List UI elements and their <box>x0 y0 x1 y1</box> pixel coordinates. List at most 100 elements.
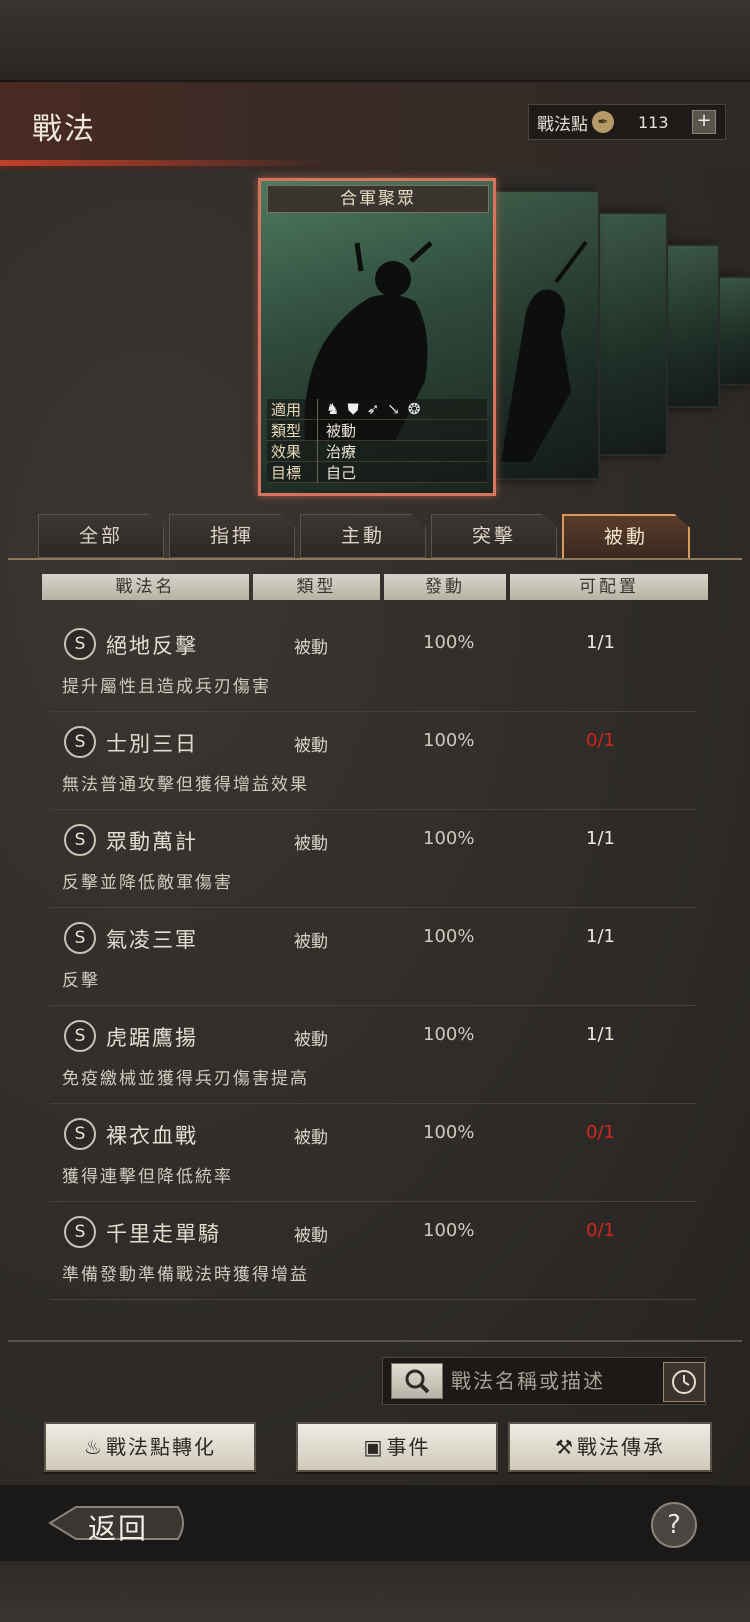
tactic-slots: 1/1 <box>586 926 615 947</box>
tabs-divider <box>8 558 742 560</box>
footer-bar: 返回 ? <box>0 1485 750 1561</box>
tactic-slots: 0/1 <box>586 1122 615 1143</box>
tactic-points-value: 113 <box>638 112 669 132</box>
list-item[interactable]: S 絕地反擊 被動 100% 1/1 提升屬性且造成兵刃傷害 <box>50 614 696 712</box>
list-item[interactable]: S 虎踞鷹揚 被動 100% 1/1 免疫繳械並獲得兵刃傷害提高 <box>50 1006 696 1104</box>
card-target-row: 目標 自己 <box>267 461 487 483</box>
grade-badge: S <box>64 1216 96 1248</box>
card-effect-key: 效果 <box>267 440 318 462</box>
hammer-icon: ⚒ <box>555 1435 575 1459</box>
tactic-type: 被動 <box>294 1128 328 1148</box>
column-header-type[interactable]: 類型 <box>253 574 380 600</box>
add-points-button[interactable]: + <box>692 110 716 134</box>
tactic-description: 反擊 <box>62 971 100 991</box>
tactic-rate: 100% <box>423 730 475 751</box>
grade-badge: S <box>64 628 96 660</box>
card-title: 合軍聚眾 <box>267 185 489 213</box>
header-bar: 戰法 戰法點 ✒ 113 + <box>0 82 750 170</box>
tactic-name: 絕地反擊 <box>106 634 198 658</box>
list-item[interactable]: S 士別三日 被動 100% 0/1 無法普通攻擊但獲得增益效果 <box>50 712 696 810</box>
bottom-decor-band <box>0 1561 750 1622</box>
tactic-description: 反擊並降低敵軍傷害 <box>62 873 233 893</box>
tab-active[interactable]: 主動 <box>300 514 426 558</box>
list-item[interactable]: S 裸衣血戰 被動 100% 0/1 獲得連擊但降低統率 <box>50 1104 696 1202</box>
top-decor-band <box>0 0 750 82</box>
warrior-silhouette-icon <box>501 240 588 462</box>
inherit-button[interactable]: ⚒ 戰法傳承 <box>508 1422 712 1472</box>
column-header-rate[interactable]: 發動 <box>384 574 506 600</box>
tactic-description: 免疫繳械並獲得兵刃傷害提高 <box>62 1069 309 1089</box>
grade-badge: S <box>64 726 96 758</box>
card-type-key: 類型 <box>267 419 318 441</box>
card-effect-row: 效果 治療 <box>267 440 487 462</box>
tab-all[interactable]: 全部 <box>38 514 164 558</box>
search-input[interactable] <box>449 1364 649 1398</box>
card-type-value: 被動 <box>326 421 357 440</box>
tactic-list[interactable]: S 絕地反擊 被動 100% 1/1 提升屬性且造成兵刃傷害 S 士別三日 被動… <box>50 614 696 1314</box>
tactic-rate: 100% <box>423 1220 475 1241</box>
tactic-name: 眾動萬計 <box>106 830 198 854</box>
tactic-rate: 100% <box>423 1122 475 1143</box>
tactic-name: 千里走單騎 <box>106 1222 221 1246</box>
tactic-type: 被動 <box>294 932 328 952</box>
card-applicable-row: 適用 ♞ ⛊ ➶ ↘ ❂ <box>267 398 487 420</box>
tactic-points-label: 戰法點 <box>537 114 588 135</box>
event-button[interactable]: ▣ 事件 <box>296 1422 498 1472</box>
quill-icon: ✒ <box>592 111 614 133</box>
list-divider <box>8 1340 742 1342</box>
tactic-points-box: 戰法點 ✒ 113 + <box>528 104 726 140</box>
tactic-name: 氣凌三軍 <box>106 928 198 952</box>
inherit-label: 戰法傳承 <box>576 1435 665 1459</box>
list-item[interactable]: S 千里走單騎 被動 100% 0/1 準備發動準備戰法時獲得增益 <box>50 1202 696 1300</box>
tactic-rate: 100% <box>423 926 475 947</box>
tactic-rate: 100% <box>423 1024 475 1045</box>
tactic-slots: 0/1 <box>586 730 615 751</box>
tactic-rate: 100% <box>423 632 475 653</box>
history-button[interactable] <box>663 1362 705 1402</box>
spear-icon: ↘ <box>387 400 400 418</box>
list-item[interactable]: S 眾動萬計 被動 100% 1/1 反擊並降低敵軍傷害 <box>50 810 696 908</box>
card-type-row: 類型 被動 <box>267 419 487 441</box>
grade-badge: S <box>64 824 96 856</box>
tactic-name: 士別三日 <box>106 732 198 756</box>
search-button[interactable] <box>391 1363 443 1399</box>
convert-points-button[interactable]: ♨ 戰法點轉化 <box>44 1422 256 1472</box>
back-button[interactable]: 返回 <box>48 1501 188 1545</box>
filter-tabs: 全部 指揮 主動 突擊 被動 <box>38 514 698 560</box>
help-button[interactable]: ? <box>651 1502 697 1548</box>
tab-passive[interactable]: 被動 <box>562 514 690 560</box>
grade-badge: S <box>64 1118 96 1150</box>
column-header-slots[interactable]: 可配置 <box>510 574 708 600</box>
card-effect-value: 治療 <box>326 442 357 461</box>
convert-points-label: 戰法點轉化 <box>105 1435 216 1459</box>
tactic-description: 獲得連擊但降低統率 <box>62 1167 233 1187</box>
selected-tactic-card[interactable]: 合軍聚眾 適用 ♞ ⛊ ➶ ↘ ❂ 類型 被動 效果 治療 目標 自己 <box>258 178 496 496</box>
page-title: 戰法 <box>32 112 96 147</box>
tactic-rate: 100% <box>423 828 475 849</box>
card-stack-back-1[interactable] <box>494 190 600 480</box>
unit-type-icons: ♞ ⛊ ➶ ↘ ❂ <box>318 400 420 418</box>
clock-icon <box>672 1370 696 1394</box>
list-item[interactable]: S 氣凌三軍 被動 100% 1/1 反擊 <box>50 908 696 1006</box>
alert-book-icon: ▣ <box>363 1435 385 1459</box>
flame-icon: ♨ <box>84 1435 104 1459</box>
tactic-name: 虎踞鷹揚 <box>106 1026 198 1050</box>
tactic-slots: 1/1 <box>586 828 615 849</box>
grade-badge: S <box>64 922 96 954</box>
bow-icon: ➶ <box>366 400 380 418</box>
tab-command[interactable]: 指揮 <box>169 514 295 558</box>
tactic-description: 準備發動準備戰法時獲得增益 <box>62 1265 309 1285</box>
tactic-type: 被動 <box>294 1030 328 1050</box>
wheel-icon: ❂ <box>407 400 421 418</box>
card-target-value: 自己 <box>326 463 357 482</box>
column-header-name[interactable]: 戰法名 <box>42 574 249 600</box>
tactic-slots: 0/1 <box>586 1220 615 1241</box>
tactic-description: 無法普通攻擊但獲得增益效果 <box>62 775 309 795</box>
card-applicable-key: 適用 <box>267 398 318 420</box>
header-accent-line <box>0 160 330 166</box>
tactic-type: 被動 <box>294 736 328 756</box>
grade-badge: S <box>64 1020 96 1052</box>
tactic-slots: 1/1 <box>586 1024 615 1045</box>
search-icon <box>405 1369 430 1394</box>
tab-assault[interactable]: 突擊 <box>431 514 557 558</box>
